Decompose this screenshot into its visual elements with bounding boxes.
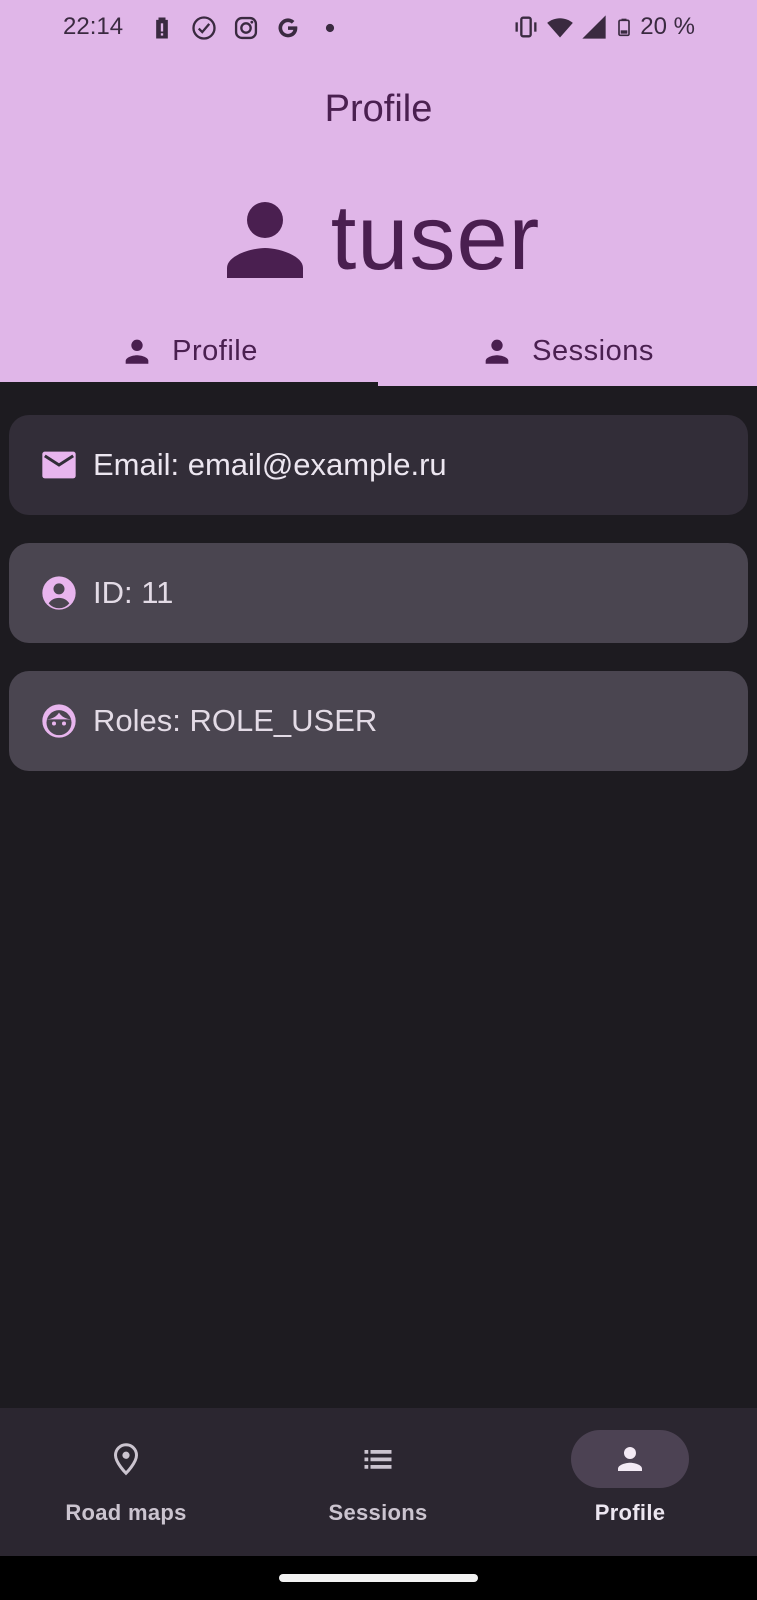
profile-screen: 22:14 20 % Profile tuser Profile Session… — [0, 0, 757, 1600]
user-block: tuser — [0, 188, 757, 288]
status-right: 20 % — [512, 13, 695, 41]
signal-icon — [582, 15, 606, 39]
person-icon — [618, 1447, 642, 1471]
nav-road-maps[interactable]: Road maps — [0, 1408, 252, 1556]
person-icon — [226, 202, 303, 278]
battery-percent: 20 % — [640, 13, 695, 40]
nav-pill — [571, 1430, 689, 1488]
wifi-icon — [547, 18, 574, 38]
person-icon — [125, 339, 149, 364]
status-left-icons — [148, 14, 344, 42]
list-icon — [364, 1450, 392, 1469]
google-icon — [278, 18, 298, 38]
tab-sessions[interactable]: Sessions — [378, 316, 756, 386]
nav-pill — [67, 1430, 185, 1488]
page-title: Profile — [324, 88, 433, 130]
id-text: ID: 11 — [93, 575, 174, 610]
tab-indicator — [0, 382, 378, 386]
nav-profile[interactable]: Profile — [504, 1408, 756, 1556]
account-circle-icon — [42, 576, 76, 610]
nav-pill — [319, 1430, 437, 1488]
username: tuser — [330, 187, 541, 289]
header: 22:14 20 % Profile tuser Profile Session… — [0, 0, 757, 386]
email-card: Email: email@example.ru — [9, 415, 748, 515]
status-bar: 22:14 20 % — [0, 0, 757, 56]
battery-alert-icon — [156, 17, 168, 39]
battery-icon — [618, 18, 631, 37]
vibrate-icon — [515, 16, 537, 38]
bottom-navigation: Road maps Sessions Profile — [0, 1408, 757, 1556]
email-text: Email: email@example.ru — [93, 447, 447, 482]
nav-label: Road maps — [65, 1500, 187, 1525]
nav-label: Sessions — [328, 1500, 428, 1525]
dot-icon — [325, 23, 335, 33]
mail-icon — [42, 451, 76, 479]
id-card: ID: 11 — [9, 543, 748, 643]
tab-bar: Profile Sessions — [0, 316, 757, 386]
face-icon — [42, 704, 76, 738]
gesture-handle[interactable] — [279, 1574, 478, 1582]
nav-sessions[interactable]: Sessions — [252, 1408, 504, 1556]
tab-label: Sessions — [532, 334, 654, 367]
tab-label: Profile — [172, 334, 258, 367]
tab-profile[interactable]: Profile — [0, 316, 378, 386]
person-icon — [485, 339, 509, 364]
roles-card: Roles: ROLE_USER — [9, 671, 748, 771]
instagram-icon — [234, 16, 258, 40]
nav-label: Profile — [594, 1500, 666, 1525]
check-circle-icon — [192, 16, 216, 40]
roles-text: Roles: ROLE_USER — [93, 703, 378, 738]
location-pin-icon — [113, 1443, 139, 1476]
status-time: 22:14 — [63, 13, 124, 40]
